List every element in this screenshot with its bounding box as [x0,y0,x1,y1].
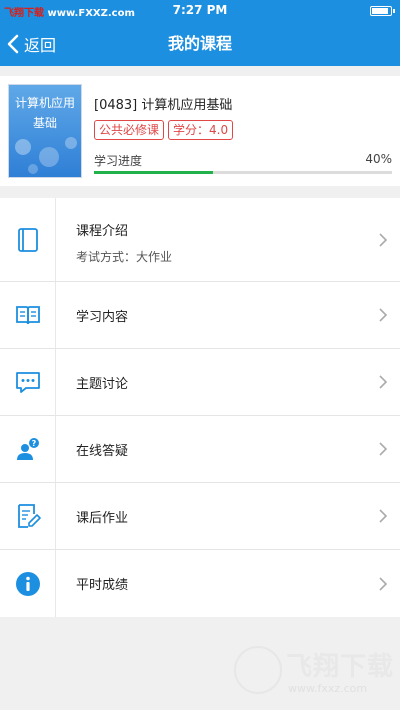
menu-icon-cell [0,282,56,348]
menu-item-discussion[interactable]: 主题讨论 [0,349,400,416]
progress-label: 学习进度 [94,154,143,168]
progress-bar-fill [94,171,214,174]
menu-icon-cell [0,349,56,415]
watermark: 飞翔下载 www.fxxz.com [234,642,394,702]
watermark-url: www.fxxz.com [288,682,368,695]
menu-icon-cell [0,483,56,549]
menu-item-homework[interactable]: 课后作业 [0,483,400,550]
course-name: [0483] 计算机应用基础 [94,98,233,113]
menu-icon-cell [0,550,56,617]
homework-icon [17,504,41,528]
menu-item-grades[interactable]: 平时成绩 [0,550,400,617]
menu-label: 平时成绩 [76,578,129,593]
course-menu: 课程介绍 考试方式：大作业 学习内容 主题讨论 ? 在线答疑 课后作业 平时成绩 [0,198,400,617]
page-title: 我的课程 [167,34,232,53]
question-user-icon: ? [16,438,39,460]
credit-badge: 学分：4.0 [168,120,234,140]
course-thumbnail: 计算机应用基础 [8,84,82,178]
info-icon [15,571,40,596]
battery-icon [370,6,395,16]
menu-label: 课后作业 [76,510,129,526]
course-tags: 公共必修课 学分：4.0 [94,120,234,140]
nav-bar: 返回 我的课程 [0,22,400,66]
menu-label: 在线答疑 [76,443,129,459]
menu-icon-cell: ? [0,416,56,482]
chevron-right-icon [379,442,388,456]
battery-level-fill [372,8,389,14]
progress-bar [94,171,392,174]
exam-method-text: 考试方式：大作业 [76,250,173,264]
menu-label: 课程介绍 [76,224,129,239]
watermark-logo-icon [234,646,282,694]
progress-value: 40% [365,152,392,166]
menu-label: 主题讨论 [76,376,129,392]
status-time: 7:27 PM [172,3,228,17]
menu-item-course-intro[interactable]: 课程介绍 考试方式：大作业 [0,198,400,282]
chevron-right-icon [379,576,388,591]
open-book-icon [15,306,40,325]
chevron-right-icon [379,375,388,389]
book-icon [17,227,38,252]
chevron-right-icon [379,509,388,523]
leaf-decoration-icon [15,137,77,174]
chevron-right-icon [379,308,388,322]
menu-icon-cell [0,198,56,281]
course-card[interactable]: 计算机应用基础 [0483] 计算机应用基础 公共必修课 学分：4.0 学习进度… [0,76,400,186]
svg-text:?: ? [31,439,36,448]
menu-item-online-qa[interactable]: ? 在线答疑 [0,416,400,483]
menu-item-learning-content[interactable]: 学习内容 [0,282,400,349]
chevron-right-icon [379,232,388,247]
watermark-brand: 飞翔下载 [286,652,395,682]
status-bar: 飞翔下载 www.FXXZ.com 7:27 PM [0,0,400,22]
chat-icon [15,372,40,393]
menu-label: 学习内容 [76,309,129,325]
course-type-badge: 公共必修课 [94,120,165,140]
